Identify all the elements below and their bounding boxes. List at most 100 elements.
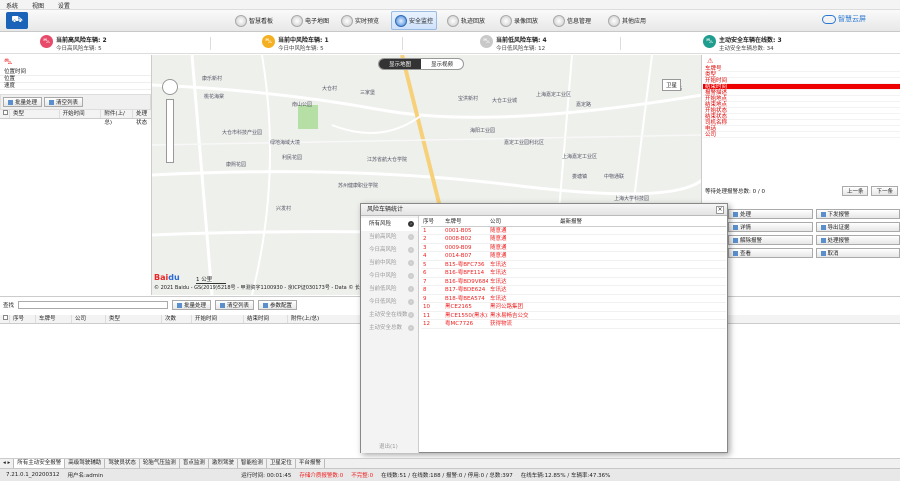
cell: 0009-B09 <box>445 244 472 251</box>
bottom-batch-label: 批量处理 <box>184 303 207 309</box>
alarm-tab[interactable]: 智能检测 <box>238 459 267 468</box>
bottom-batch-button[interactable]: 批量处理 <box>172 300 212 310</box>
alarm-action-button[interactable]: 查看 <box>728 248 813 258</box>
dialog-table-row[interactable]: 8 B17-粤BDE624 车讯达 <box>421 286 726 295</box>
bottom-select-checkbox[interactable] <box>3 315 8 320</box>
risk-filter-item[interactable]: 当前中风险 › <box>361 257 418 270</box>
map-poi-label: 兴发村 <box>276 206 292 212</box>
dialog-table-row[interactable]: 7 B16-粤BD9V684 车讯达 <box>421 278 726 286</box>
cell: B15-粤BFC736 <box>445 261 485 268</box>
dialog-table-row[interactable]: 1 0001-B05 随意通 <box>421 227 726 235</box>
nav-3[interactable]: 安全监控 <box>391 11 438 30</box>
risk-filter-item[interactable]: 主动安全总数 › <box>361 322 418 335</box>
show-map-button[interactable]: 显示地图 <box>379 59 422 69</box>
alarm-tab[interactable]: 轮胎气压监测 <box>140 459 180 468</box>
risk-filter-item[interactable]: 当前高风险 › <box>361 231 418 244</box>
risk-filter-item[interactable]: 今日高风险 › <box>361 244 418 257</box>
config-icon <box>263 302 269 308</box>
risk-filter-item[interactable]: 所有风险 › <box>361 218 418 231</box>
dialog-table-row[interactable]: 11 黑CE1550(黑水)车 黑水易畅吉公交 <box>421 312 726 320</box>
satellite-layer-button[interactable]: 卫星 <box>662 79 682 91</box>
stat-title: 当前高风险车辆: 2 <box>56 37 107 44</box>
close-icon[interactable]: × <box>716 206 724 214</box>
alarm-tab[interactable]: 平台报警 <box>296 459 325 468</box>
tab-scroll-arrows[interactable]: ◂ ▸ <box>0 459 15 468</box>
smart-cloud-button[interactable]: 智慧云屏 <box>822 14 866 24</box>
nav-6[interactable]: 信息管理 <box>550 11 594 30</box>
alarm-tab[interactable]: 盲点监测 <box>180 459 209 468</box>
alarm-action-button[interactable]: 处理 <box>728 209 813 219</box>
cell: 随意通 <box>490 244 507 251</box>
cell <box>558 286 638 294</box>
alarm-action-button[interactable]: 下发报警 <box>815 209 900 219</box>
prev-alarm-button[interactable]: 上一条 <box>841 186 869 196</box>
action-icon <box>820 224 826 230</box>
bottom-select-all[interactable] <box>0 315 10 323</box>
cell <box>558 261 638 269</box>
nav-2[interactable]: 实时预览 <box>338 11 382 30</box>
dialog-table-row[interactable]: 6 B16-粤BFE114 车讯达 <box>421 269 726 278</box>
warning-icon: ⚠ <box>707 57 714 65</box>
bottom-clear-button[interactable]: 清空列表 <box>215 300 255 310</box>
alarm-tab[interactable]: 驾驶员状态 <box>105 459 140 468</box>
alarm-tab[interactable]: 高级驾驶辅助 <box>65 459 106 468</box>
dcol-company: 公司 <box>490 219 502 225</box>
batch-process-button[interactable]: 批量处理 <box>3 97 43 107</box>
dialog-table-row[interactable]: 12 粤MC7726 获得物流 <box>421 320 726 329</box>
dialog-table-row[interactable]: 10 黑CE2165 黑河公路集团 <box>421 303 726 312</box>
bcol-company: 公司 <box>72 315 106 323</box>
next-alarm-button[interactable]: 下一条 <box>871 186 898 196</box>
nav-5[interactable]: 录像回放 <box>497 11 541 30</box>
risk-filter-item[interactable]: 当前低风险 › <box>361 283 418 296</box>
dialog-table-row[interactable]: 4 0014-B07 随意通 <box>421 252 726 261</box>
cell <box>558 303 638 311</box>
show-video-button[interactable]: 显示视频 <box>421 59 463 69</box>
chevron-right-icon: › <box>408 260 414 266</box>
bcol-plate: 车牌号 <box>36 315 72 323</box>
param-config-button[interactable]: 参数配置 <box>258 300 298 310</box>
dialog-table-row[interactable]: 3 0009-B09 随意通 <box>421 244 726 252</box>
dialog-table-row[interactable]: 9 B18-粤BEA574 车讯达 <box>421 295 726 303</box>
risk-filter-item[interactable]: 今日低风险 › <box>361 296 418 309</box>
risk-stat-2[interactable]: ⛍ 当前低风险车辆: 4 今日低风险车辆: 12 <box>480 35 547 52</box>
alarm-tab[interactable]: 所有主动安全报警 <box>14 459 66 468</box>
select-all-checkbox[interactable] <box>3 110 8 115</box>
alarm-action-button[interactable]: 取消 <box>815 248 900 258</box>
cell: 车讯达 <box>490 270 507 276</box>
batch-icon <box>8 99 13 105</box>
risk-filter-item[interactable]: 今日中风险 › <box>361 270 418 283</box>
dialog-table-row[interactable]: 2 0008-B02 随意通 <box>421 235 726 244</box>
dialog-table-header: 序号 车牌号 公司 最新报警 <box>421 218 726 227</box>
alarm-action-button[interactable]: 详情 <box>728 222 813 232</box>
action-label: 下发报警 <box>827 212 850 218</box>
clear-list-button[interactable]: 清空列表 <box>44 97 84 107</box>
alarm-tab[interactable]: 卫星定位 <box>267 459 296 468</box>
zoom-slider[interactable] <box>166 99 174 163</box>
cell: 3 <box>423 244 427 251</box>
exit-button[interactable]: 退出(1) <box>379 442 398 450</box>
stat-text: 当前高风险车辆: 2 今日高风险车辆: 5 <box>56 35 107 52</box>
risk-stat-0[interactable]: ⛍ 当前高风险车辆: 2 今日高风险车辆: 5 <box>40 35 107 52</box>
nav-1[interactable]: 电子地图 <box>288 11 332 30</box>
filter-label: 当前高风险 <box>369 234 397 240</box>
risk-stat-1[interactable]: ⛍ 当前中风险车辆: 1 今日中风险车辆: 5 <box>262 35 329 52</box>
alarm-tab[interactable]: 激烈驾驶 <box>209 459 238 468</box>
incomplete-text: 不完整:0 <box>351 473 374 479</box>
risk-filter-item[interactable]: 主动安全在线数 › <box>361 309 418 322</box>
pan-control[interactable] <box>162 79 178 95</box>
nav-0[interactable]: 智慧看板 <box>232 11 276 30</box>
alarm-action-button[interactable]: 导出证据 <box>815 222 900 232</box>
alarm-action-button[interactable]: 处理报警 <box>815 235 900 245</box>
search-dropdown[interactable] <box>18 301 169 309</box>
nav-4[interactable]: 轨迹回放 <box>444 11 488 30</box>
select-all-cell[interactable] <box>0 110 10 118</box>
dialog-table-row[interactable]: 5 B15-粤BFC736 车讯达 <box>421 261 726 269</box>
map-poi-label: 嘉定工业园利北区 <box>504 140 545 146</box>
cell <box>558 252 638 260</box>
nav-7[interactable]: 其他应用 <box>605 11 649 30</box>
risk-stat-3[interactable]: ⛍ 主动安全车辆在线数: 3 主动安全车辆总数: 34 <box>703 35 782 52</box>
alarm-action-button[interactable]: 解除报警 <box>728 235 813 245</box>
baidu-logo: Baidu <box>154 273 180 282</box>
stat-separator <box>210 37 211 50</box>
cell: 1 <box>423 227 427 234</box>
